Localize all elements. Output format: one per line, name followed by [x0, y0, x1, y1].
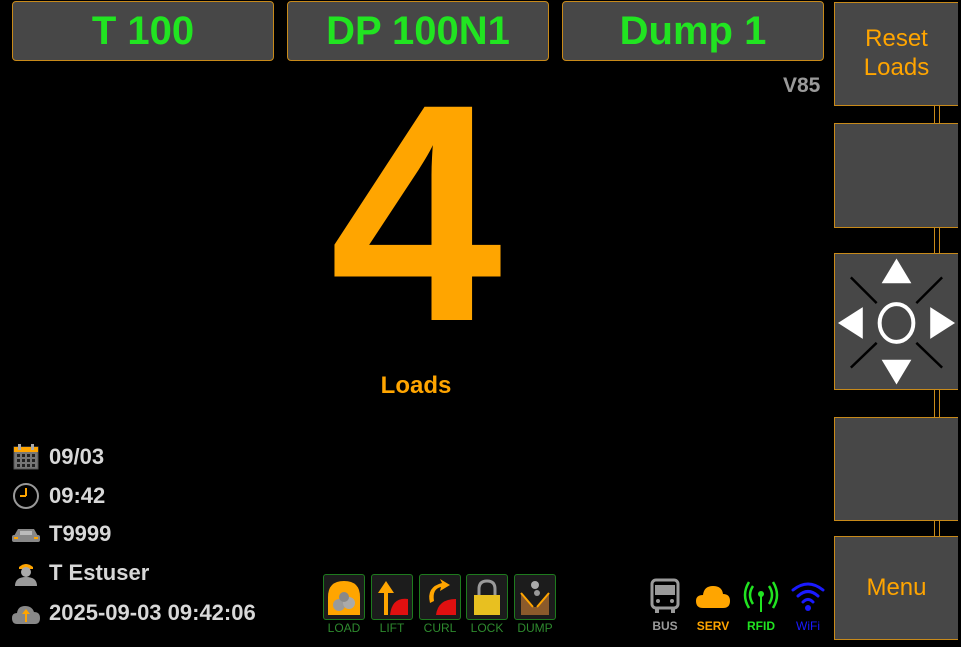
sidebar-connector: [934, 390, 940, 417]
lock-icon: [474, 579, 500, 615]
cloud-icon: [695, 578, 731, 616]
reset-loads-button[interactable]: Reset Loads: [834, 2, 958, 106]
lift-mode-label: LIFT: [379, 621, 405, 635]
calendar-icon: [11, 442, 41, 472]
lock-mode-label: LOCK: [470, 621, 504, 635]
sidebar-connector: [934, 106, 940, 123]
bus-status-label: BUS: [652, 619, 678, 633]
rfid-status-label: RFID: [747, 619, 775, 633]
curl-mode-button[interactable]: [419, 574, 461, 620]
operator-icon: [11, 558, 41, 588]
arrow-left-icon: [837, 307, 863, 339]
dump-mode-label: DUMP: [517, 621, 553, 635]
load-mode-label: LOAD: [327, 621, 361, 635]
date-row: 09/03: [11, 441, 104, 473]
bus-icon: [647, 578, 683, 616]
menu-button[interactable]: Menu: [834, 536, 958, 640]
operator-value: T Estuser: [49, 560, 150, 585]
truck-select-button[interactable]: T 100: [12, 1, 274, 61]
load-count-label: Loads: [380, 372, 452, 399]
lift-mode-button[interactable]: [371, 574, 413, 620]
menu-label: Menu: [866, 573, 927, 601]
serv-status-label: SERV: [696, 619, 730, 633]
arrow-down-icon: [881, 359, 912, 385]
time-row: 09:42: [11, 480, 105, 512]
center-circle-icon: [877, 302, 916, 344]
blank-button-2[interactable]: [834, 417, 958, 521]
clock-icon: [11, 481, 41, 511]
sidebar-connector: [934, 228, 940, 253]
lock-mode-button[interactable]: [466, 574, 508, 620]
curl-mode-label: CURL: [423, 621, 457, 635]
arrow-up-icon: [881, 258, 912, 284]
vehicle-value: T9999: [49, 521, 112, 546]
sync-row: 2025-09-03 09:42:06: [11, 597, 256, 629]
dpad-control[interactable]: [834, 253, 958, 390]
time-value: 09:42: [49, 483, 106, 508]
wifi-status-label: WiFi: [796, 619, 820, 633]
sidebar-connector: [934, 521, 940, 536]
arrow-right-icon: [930, 307, 956, 339]
date-value: 09/03: [49, 444, 105, 469]
operator-row: T Estuser: [11, 557, 149, 589]
sync-value: 2025-09-03 09:42:06: [49, 600, 256, 625]
dump-select-button[interactable]: Dump 1: [562, 1, 824, 61]
load-mode-button[interactable]: [323, 574, 365, 620]
lift-icon: [378, 581, 408, 615]
vehicle-row: T9999: [11, 518, 111, 550]
dump-mode-button[interactable]: [514, 574, 556, 620]
rfid-icon: [743, 578, 779, 616]
load-count: 4: [329, 39, 503, 386]
load-icon: [328, 581, 360, 615]
car-icon: [11, 519, 41, 549]
wifi-icon: [790, 578, 826, 616]
dump-icon: [520, 581, 550, 615]
cloud-upload-icon: [11, 598, 41, 628]
dpad-icon: [837, 258, 956, 385]
reset-loads-label: Reset Loads: [863, 25, 930, 81]
curl-icon: [429, 579, 456, 615]
blank-button-1[interactable]: [834, 123, 958, 228]
